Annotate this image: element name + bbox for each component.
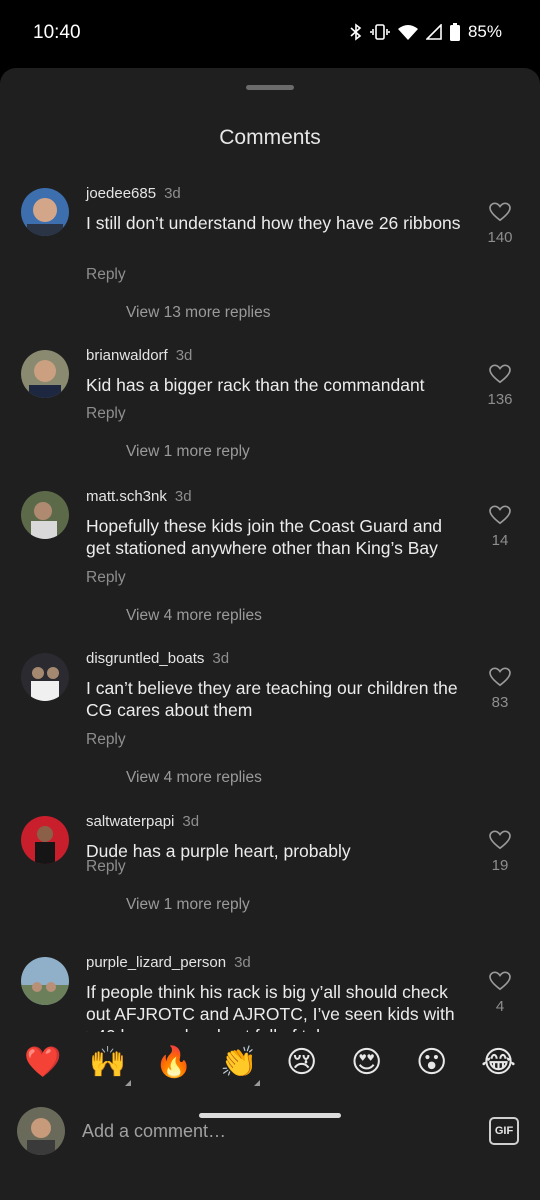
battery-percent: 85% [467, 22, 502, 41]
view-replies-link[interactable]: View 4 more replies [126, 607, 262, 625]
comment-username[interactable]: joedee685 [86, 185, 156, 202]
comment-text: If people think his rack is big y’all sh… [86, 982, 455, 1032]
comment-header: purple_lizard_person 3d [86, 954, 251, 971]
avatar[interactable] [21, 957, 69, 1005]
open-mouth-emoji-button[interactable]: 😮 [416, 1046, 447, 1080]
like-button[interactable]: 140 [480, 202, 520, 246]
heart-eyes-emoji-button[interactable]: 😍 [351, 1046, 382, 1080]
comment-username[interactable]: saltwaterpapi [86, 813, 174, 830]
comment-time: 3d [174, 488, 192, 505]
comment-time: 3d [175, 347, 193, 364]
clapping-hands-emoji-button[interactable]: 👏 [220, 1046, 257, 1080]
heart-outline-icon [489, 667, 511, 687]
like-button[interactable]: 136 [480, 364, 520, 408]
like-count: 83 [491, 694, 509, 711]
comment-username[interactable]: matt.sch3nk [86, 488, 167, 505]
comments-sheet: Comments joedee685 3d I still don’t under… [0, 68, 540, 1200]
comment-item: matt.sch3nk 3d Hopefully these kids join … [0, 483, 540, 643]
like-count: 136 [487, 391, 513, 408]
comment-item: joedee685 3d I still don’t understand how… [0, 180, 540, 340]
avatar[interactable] [21, 491, 69, 539]
like-button[interactable]: 19 [480, 830, 520, 874]
reply-button[interactable]: Reply [86, 731, 126, 749]
comment-text: Dude has a purple heart, probably [86, 841, 351, 861]
comment-time: 3d [234, 954, 251, 971]
comment-header: joedee685 3d [86, 185, 181, 202]
comment-header: disgruntled_boats 3d [86, 650, 229, 667]
comment-item: saltwaterpapi 3d Dude has a purple heart,… [0, 808, 540, 968]
avatar[interactable] [21, 816, 69, 864]
status-icons: 85% [350, 22, 502, 42]
reply-button[interactable]: Reply [86, 266, 126, 284]
reply-button[interactable]: Reply [86, 569, 126, 587]
comment-username[interactable]: brianwaldorf [86, 347, 168, 364]
fire-emoji-button[interactable]: 🔥 [155, 1046, 192, 1080]
comments-list[interactable]: joedee685 3d I still don’t understand how… [0, 180, 540, 1032]
comment-item: brianwaldorf 3d Kid has a bigger rack tha… [0, 342, 540, 502]
view-replies-link[interactable]: View 1 more reply [126, 443, 250, 461]
avatar[interactable] [21, 653, 69, 701]
status-time: 10:40 [33, 22, 81, 43]
comment-text: I can’t believe they are teaching our ch… [86, 678, 458, 720]
comment-header: brianwaldorf 3d [86, 347, 192, 364]
avatar[interactable] [21, 350, 69, 398]
emoji-bar: ❤️ 🙌 🔥 👏 😢 😍 😮 😂 [0, 1032, 540, 1098]
my-avatar [17, 1107, 65, 1155]
comment-time: 3d [212, 650, 230, 667]
like-count: 140 [487, 229, 513, 246]
comment-username[interactable]: disgruntled_boats [86, 650, 204, 667]
reply-button[interactable]: Reply [86, 405, 126, 423]
comment-header: saltwaterpapi 3d [86, 813, 199, 830]
like-count: 14 [491, 532, 509, 549]
skin-tone-indicator [254, 1080, 260, 1086]
heart-outline-icon [489, 364, 511, 384]
comment-username[interactable]: purple_lizard_person [86, 954, 226, 971]
gif-button[interactable]: GIF [489, 1117, 519, 1145]
avatar[interactable] [21, 188, 69, 236]
comment-item: purple_lizard_person 3d If people think h… [0, 949, 540, 1032]
heart-outline-icon [489, 830, 511, 850]
like-button[interactable]: 14 [480, 505, 520, 549]
skin-tone-indicator [125, 1080, 131, 1086]
sheet-title: Comments [219, 126, 321, 149]
comment-text: I still don’t understand how they have 2… [86, 213, 461, 233]
comment-text: Hopefully these kids join the Coast Guar… [86, 516, 443, 558]
crying-face-emoji-button[interactable]: 😢 [286, 1046, 317, 1080]
like-count: 19 [491, 857, 509, 874]
like-count: 4 [495, 998, 505, 1015]
bluetooth-icon [350, 23, 362, 41]
red-heart-emoji-button[interactable]: ❤️ [24, 1046, 61, 1080]
comment-time: 3d [164, 185, 181, 202]
heart-outline-icon [489, 505, 511, 525]
status-bar: 10:40 85% [0, 0, 540, 68]
comment-text: Kid has a bigger rack than the commandan… [86, 375, 425, 395]
comment-composer: GIF [0, 1098, 540, 1166]
reply-button[interactable]: Reply [86, 858, 126, 876]
drag-handle[interactable] [246, 85, 294, 90]
home-indicator[interactable] [199, 1113, 341, 1118]
comment-time: 3d [182, 813, 200, 830]
comment-item: disgruntled_boats 3d I can’t believe they… [0, 645, 540, 805]
like-button[interactable]: 4 [480, 971, 520, 1015]
battery-icon [449, 23, 460, 41]
comment-header: matt.sch3nk 3d [86, 488, 192, 505]
raising-hands-emoji-button[interactable]: 🙌 [89, 1046, 126, 1080]
wifi-icon [397, 24, 418, 40]
view-replies-link[interactable]: View 13 more replies [126, 304, 270, 322]
view-replies-link[interactable]: View 4 more replies [126, 769, 262, 787]
like-button[interactable]: 83 [480, 667, 520, 711]
vibrate-icon [370, 23, 390, 41]
tears-of-joy-emoji-button[interactable]: 😂 [481, 1046, 516, 1080]
view-replies-link[interactable]: View 1 more reply [126, 896, 250, 914]
heart-outline-icon [489, 202, 511, 222]
heart-outline-icon [489, 971, 511, 991]
signal-icon [425, 24, 442, 40]
